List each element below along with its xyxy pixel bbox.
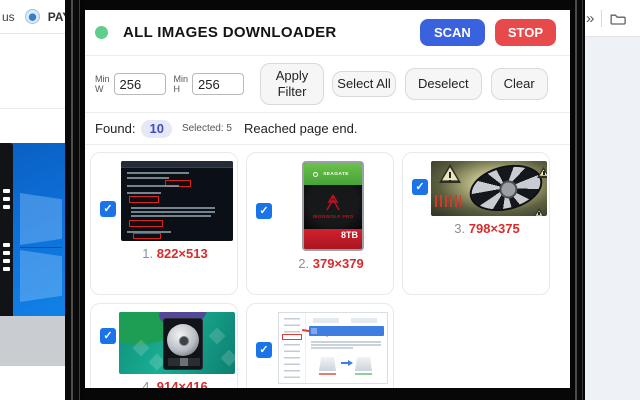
found-count-badge: 10 [141,119,172,138]
image-grid: 1. 822×513 SEAGATE [85,145,570,388]
extensions-overflow-icon[interactable]: » [586,10,594,27]
image-checkbox[interactable] [100,201,116,217]
apply-filter-button[interactable]: Apply Filter [260,62,325,106]
wolf-logo-icon [326,194,340,211]
fan-icon [464,161,547,216]
image-thumbnail-hdd-art[interactable] [119,312,235,374]
bookmark-favicon-icon[interactable] [24,9,40,24]
clear-button[interactable]: Clear [490,67,548,101]
popup-title: ALL IMAGES DOWNLOADER [123,24,337,41]
image-label: 2. 379×379 [298,256,364,271]
warning-triangle-icon [439,164,461,183]
image-checkbox[interactable] [412,179,428,195]
popup-frame-right [570,0,585,400]
popup-frame-bottom [65,388,585,400]
stop-button[interactable]: STOP [494,19,556,46]
image-card-3[interactable]: 3. 798×375 [402,152,550,295]
select-all-button[interactable]: Select All [332,70,397,98]
image-label: 1. 822×513 [142,246,208,261]
status-dot-icon [95,26,108,39]
drive-red-band: 8TB [304,229,362,249]
min-width-label: Min W [95,73,110,94]
found-label: Found: [95,121,136,136]
all-images-downloader-popup: ALL IMAGES DOWNLOADER SCAN STOP Min W Mi… [85,10,570,388]
browser-toolbar-right: » [585,0,640,37]
deselect-button[interactable]: Deselect [405,67,482,101]
warning-triangle-icon [533,208,545,216]
image-card-2[interactable]: SEAGATE IRONWOLF PRO 8TB [246,152,394,295]
image-label: 4. 914×416 [142,379,208,388]
page-background-right [585,37,640,400]
status-row: Found: 10 Selected: 5 Reached page end. [85,113,570,145]
image-card-1[interactable]: 1. 822×513 [90,152,238,295]
filter-row: Min W Min H Apply Filter Select All Dese… [85,56,570,113]
min-height-label: Min H [173,73,189,94]
image-checkbox[interactable] [100,328,116,344]
image-thumbnail-warning-art[interactable] [431,161,547,216]
image-label: 3. 798×375 [454,221,520,236]
seagate-logo-icon [313,171,319,177]
bookmark-item-us[interactable]: us [2,10,15,24]
popup-header: ALL IMAGES DOWNLOADER SCAN STOP [85,10,570,56]
image-checkbox[interactable] [256,342,272,358]
terminal-titlebar [121,161,233,168]
highlighted-menu-item [282,334,302,340]
min-width-input[interactable] [113,73,166,95]
app-sidebar-graphic [279,313,306,383]
source-disk-icon [319,357,336,371]
popup-frame-left [65,0,85,400]
popup-frame-top [65,0,585,10]
image-card-5[interactable] [246,303,394,388]
scan-button[interactable]: SCAN [419,19,485,46]
drive-green-band: SEAGATE [304,163,362,185]
windows-logo-pane [20,250,62,302]
blue-banner-graphic [309,326,384,336]
toolbar-separator [601,9,603,27]
page-end-message: Reached page end. [244,121,358,136]
bookmarks-folder-icon[interactable] [610,12,627,25]
image-card-4[interactable]: 4. 914×416 [90,303,238,388]
red-bars-graphic [435,195,461,207]
image-thumbnail-clone-wizard[interactable] [278,312,388,384]
arrow-right-icon [341,360,353,366]
windows-logo-pane [20,193,62,245]
image-thumbnail-terminal[interactable] [121,161,233,241]
image-thumbnail-ironwolf-drive[interactable]: SEAGATE IRONWOLF PRO 8TB [302,161,364,251]
selected-count-label: Selected: 5 [181,123,232,134]
min-height-input[interactable] [192,73,245,95]
hard-drive-graphic [163,318,203,370]
image-checkbox[interactable] [256,203,272,219]
drive-black-band: IRONWOLF PRO [304,185,362,229]
screenshot-stage: us PAY » ALL IMAGES DOWNLOADER SCAN STOP… [0,0,640,400]
target-disk-icon [355,357,372,371]
